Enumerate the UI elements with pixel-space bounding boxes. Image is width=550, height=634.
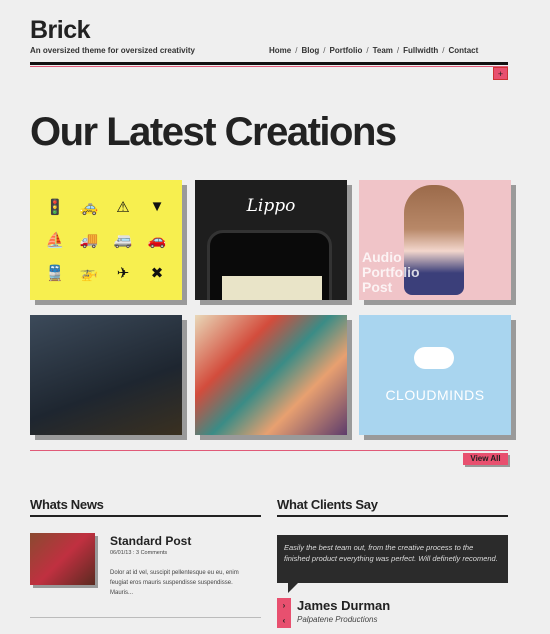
helicopter-icon: 🚁 (79, 265, 99, 283)
taxi-icon: 🚕 (79, 198, 99, 216)
nav-separator: / (323, 46, 326, 55)
next-arrow-icon[interactable]: › (277, 598, 291, 613)
nav-separator: / (442, 46, 445, 55)
nav-portfolio[interactable]: Portfolio (329, 46, 362, 55)
client-name: James Durman (297, 598, 391, 613)
phone-image (207, 230, 332, 300)
quote-pointer (288, 583, 298, 593)
client-company: Palpatene Productions (297, 615, 378, 624)
header-accent-line (30, 66, 508, 67)
portfolio-item-art[interactable] (195, 315, 347, 435)
truck-icon: 🚚 (79, 231, 99, 249)
portfolio-item-night[interactable] (30, 315, 182, 435)
portfolio-item-audio[interactable]: Audio Portfolio Post (359, 180, 511, 300)
post-title[interactable]: Standard Post (110, 534, 191, 548)
nav-contact[interactable]: Contact (449, 46, 479, 55)
car-icon: 🚗 (147, 231, 167, 249)
site-tagline: An oversized theme for oversized creativ… (30, 46, 195, 55)
post-meta: 06/01/13 : 3 Comments (110, 550, 168, 556)
nav-separator: / (295, 46, 298, 55)
clients-divider (277, 515, 508, 517)
post-excerpt: Dolor at id vel, suscipit pellentesque e… (110, 570, 239, 596)
portfolio-item-cloudminds[interactable]: CLOUDMINDS (359, 315, 511, 435)
page-title: Our Latest Creations (30, 110, 397, 154)
header-divider (30, 62, 508, 65)
boat-icon: ⛵ (45, 231, 65, 249)
nav-separator: / (396, 46, 400, 55)
news-heading: Whats News (30, 497, 104, 512)
nav-team[interactable]: Team (373, 46, 393, 55)
view-all-button[interactable]: View All (463, 453, 508, 465)
post-thumbnail[interactable] (30, 533, 95, 585)
cloud-icon (414, 347, 454, 369)
testimonial-quote: Easily the best team out, from the creat… (277, 535, 508, 583)
cloudminds-label: CLOUDMINDS (385, 387, 485, 403)
main-nav: Home / Blog / Portfolio / Team / Fullwidth / … (269, 46, 478, 55)
portfolio-item-lippo[interactable]: Lippo (195, 180, 347, 300)
map-image (222, 276, 322, 300)
clients-heading: What Clients Say (277, 497, 378, 512)
news-section-header: Whats News (30, 497, 261, 517)
audio-post-label: Audio Portfolio Post (362, 249, 420, 295)
nav-separator: / (366, 46, 369, 55)
news-divider (30, 515, 261, 517)
airplane-icon: ✈ (116, 265, 130, 283)
site-logo[interactable]: Brick (30, 16, 91, 45)
van-icon: 🚐 (113, 231, 133, 249)
testimonial-nav: › ‹ (277, 598, 291, 628)
lippo-logo: Lippo (246, 196, 296, 216)
prev-arrow-icon[interactable]: ‹ (277, 613, 291, 628)
portfolio-item-icons[interactable]: 🚦 🚕 ⚠ ▼ ⛵ 🚚 🚐 🚗 🚆 🚁 ✈ ✖ (30, 180, 182, 300)
train-icon: 🚆 (45, 265, 65, 283)
nav-blog[interactable]: Blog (301, 46, 319, 55)
yield-icon: ▼ (149, 198, 165, 216)
news-bottom-divider (30, 617, 261, 618)
clients-section-header: What Clients Say (277, 497, 508, 517)
nav-home[interactable]: Home (269, 46, 291, 55)
portfolio-divider (30, 450, 508, 451)
traffic-light-icon: 🚦 (45, 198, 65, 216)
nav-fullwidth[interactable]: Fullwidth (403, 46, 438, 55)
expand-button[interactable]: + (493, 67, 508, 80)
close-icon: ✖ (150, 265, 164, 283)
warning-icon: ⚠ (116, 198, 130, 216)
